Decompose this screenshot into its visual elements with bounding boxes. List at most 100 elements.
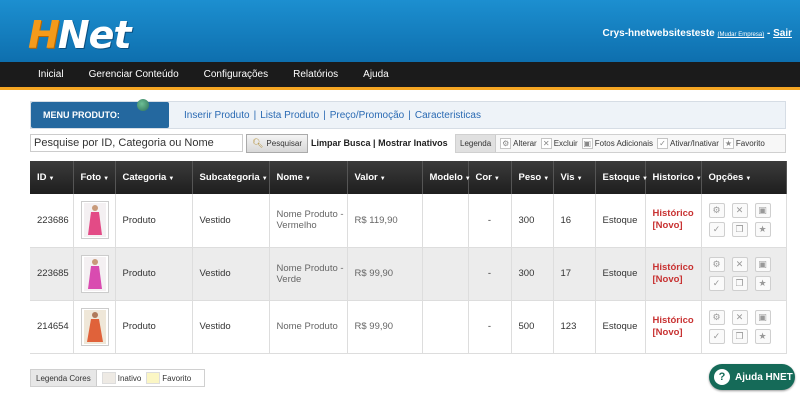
search-input[interactable]	[30, 134, 243, 152]
column-header-historico[interactable]: Historico ▼	[645, 161, 702, 194]
sort-arrow-icon: ▼	[543, 176, 550, 182]
nav-item-gerenciar-conteudo[interactable]: Gerenciar Conteúdo	[89, 69, 179, 80]
favorite-swatch	[146, 372, 161, 384]
favorite-star-icon[interactable]: ★	[754, 275, 771, 291]
column-header-cor[interactable]: Cor ▼	[468, 161, 512, 194]
sort-arrow-icon: ▼	[304, 176, 311, 182]
copy-document-icon[interactable]: ❐	[731, 275, 748, 291]
cell-peso: 300	[511, 194, 554, 248]
history-link[interactable]: Histórico	[653, 262, 701, 274]
sort-arrow-icon: ▼	[464, 176, 471, 182]
sort-arrow-icon: ▼	[261, 176, 268, 182]
nav-item-configuracoes[interactable]: Configurações	[204, 69, 268, 80]
favorite-star-icon[interactable]: ★	[754, 328, 771, 344]
nav-item-relatorios[interactable]: Relatórios	[293, 69, 338, 80]
camera-icon: ▣	[581, 138, 593, 149]
logout-link[interactable]: Sair	[773, 28, 792, 39]
cell-foto	[73, 300, 116, 354]
column-header-vis[interactable]: Vis ▼	[553, 161, 596, 194]
history-link[interactable]: Histórico	[653, 315, 701, 327]
nav-item-inicial[interactable]: Inicial	[38, 69, 64, 80]
column-label: Vis	[560, 172, 575, 183]
table-row[interactable]: 223685 Produto Vestido Nome Produto - Ve…	[30, 247, 787, 301]
user-name: Crys-hnetwebsitesteste	[602, 28, 715, 39]
column-header-categoria[interactable]: Categoria ▼	[115, 161, 193, 194]
legend-item-excluir: ✕ Excluir	[540, 138, 578, 149]
search-links: Limpar Busca | Mostrar Inativos	[311, 138, 448, 148]
history-new-link[interactable]: [Novo]	[653, 274, 701, 286]
row-actions: ⚙ ✕ ▣ ✓ ❐ ★	[708, 256, 786, 291]
main-nav: Inicial Gerenciar Conteúdo Configurações…	[0, 62, 800, 90]
legend-item-ativar: ✓ Ativar/Inativar	[657, 138, 719, 149]
hnet-logo[interactable]: H Net	[28, 12, 132, 57]
column-header-id[interactable]: ID ▼	[30, 161, 74, 194]
color-legend: Legenda Cores Inativo Favorito	[30, 369, 205, 387]
change-company-link[interactable]: (Mudar Empresa)	[718, 32, 765, 38]
column-header-opcoes[interactable]: Opções ▼	[701, 161, 787, 194]
activate-check-icon[interactable]: ✓	[708, 222, 725, 238]
column-label: Valor	[354, 172, 378, 183]
column-header-nome[interactable]: Nome ▼	[269, 161, 348, 194]
submenu-link-lista-produto[interactable]: Lista Produto	[260, 110, 319, 121]
cell-estoque: Estoque	[595, 247, 646, 301]
edit-gear-icon[interactable]: ⚙	[708, 309, 725, 325]
cell-foto	[73, 194, 116, 248]
photos-camera-icon[interactable]: ▣	[754, 203, 771, 219]
photos-camera-icon[interactable]: ▣	[754, 309, 771, 325]
column-header-foto[interactable]: Foto ▼	[73, 161, 116, 194]
product-submenu: MENU PRODUTO: Inserir Produto | Lista Prod…	[30, 99, 786, 129]
cell-id: 214654	[30, 300, 74, 354]
cell-cor: -	[468, 247, 512, 301]
cell-categoria: Produto	[115, 300, 193, 354]
column-header-peso[interactable]: Peso ▼	[511, 161, 554, 194]
column-header-valor[interactable]: Valor ▼	[347, 161, 423, 194]
table-row[interactable]: 223686 Produto Vestido Nome Produto - Ve…	[30, 194, 787, 248]
help-button[interactable]: ? Ajuda HNET	[709, 364, 795, 390]
column-header-estoque[interactable]: Estoque ▼	[595, 161, 648, 194]
cell-valor: R$ 119,90	[347, 194, 423, 248]
history-new-link[interactable]: [Novo]	[653, 327, 701, 339]
nav-item-ajuda[interactable]: Ajuda	[363, 69, 389, 80]
cell-estoque: Estoque	[595, 300, 646, 354]
copy-document-icon[interactable]: ❐	[731, 328, 748, 344]
submenu-link-caracteristicas[interactable]: Caracteristicas	[415, 110, 481, 121]
table-row[interactable]: 214654 Produto Vestido Nome Produto R$ 9…	[30, 300, 787, 354]
show-inactive-link[interactable]: Mostrar Inativos	[378, 138, 448, 148]
submenu-link-preco-promocao[interactable]: Preço/Promoção	[330, 110, 404, 121]
logo-h-letter: H	[28, 13, 60, 57]
column-label: Foto	[80, 172, 102, 183]
submenu-sep: |	[408, 110, 411, 121]
favorite-star-icon[interactable]: ★	[754, 222, 771, 238]
logo-net-text: Net	[57, 13, 132, 57]
submenu-sep: |	[323, 110, 326, 121]
column-header-modelo[interactable]: Modelo ▼	[422, 161, 471, 194]
history-link[interactable]: Histórico	[653, 208, 701, 220]
edit-gear-icon[interactable]: ⚙	[708, 256, 725, 272]
product-thumbnail[interactable]	[80, 254, 109, 293]
help-button-label: Ajuda HNET	[735, 371, 793, 383]
activate-check-icon[interactable]: ✓	[708, 275, 725, 291]
product-thumbnail[interactable]	[80, 201, 109, 240]
cell-modelo	[422, 194, 469, 248]
edit-gear-icon[interactable]: ⚙	[708, 203, 725, 219]
activate-check-icon[interactable]: ✓	[708, 328, 725, 344]
submenu-link-inserir-produto[interactable]: Inserir Produto	[184, 110, 250, 121]
delete-close-icon[interactable]: ✕	[731, 203, 748, 219]
check-icon: ✓	[657, 138, 668, 149]
photos-camera-icon[interactable]: ▣	[754, 256, 771, 272]
search-button[interactable]: 🔍︎ Pesquisar	[246, 134, 308, 153]
clear-search-link[interactable]: Limpar Busca	[311, 138, 371, 148]
delete-close-icon[interactable]: ✕	[731, 256, 748, 272]
legend-title: Legenda	[456, 135, 497, 152]
delete-close-icon[interactable]: ✕	[731, 309, 748, 325]
dress-image	[83, 203, 106, 238]
cell-opcoes: ⚙ ✕ ▣ ✓ ❐ ★	[701, 194, 787, 248]
history-new-link[interactable]: [Novo]	[653, 220, 701, 232]
copy-document-icon[interactable]: ❐	[731, 222, 748, 238]
product-thumbnail[interactable]	[80, 307, 109, 346]
cell-vis: 16	[553, 194, 596, 248]
color-legend-title: Legenda Cores	[31, 370, 97, 386]
column-header-subcategoria[interactable]: Subcategoria ▼	[192, 161, 270, 194]
legend-item-alterar: ⚙ Alterar	[500, 138, 537, 149]
column-label: Historico	[652, 172, 694, 183]
